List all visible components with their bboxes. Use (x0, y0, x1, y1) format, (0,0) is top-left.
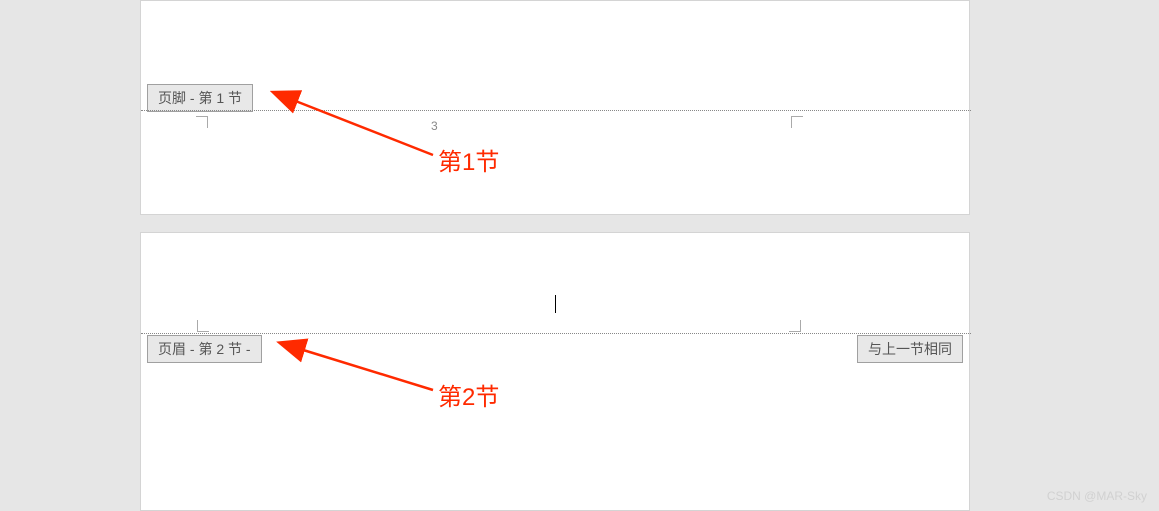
header-boundary-line (141, 333, 971, 334)
document-page-2: 页眉 - 第 2 节 - 与上一节相同 (140, 232, 970, 511)
margin-mark-left (196, 116, 208, 128)
page-number: 3 (431, 119, 438, 133)
document-page-1: 页脚 - 第 1 节 3 (140, 0, 970, 215)
footer-boundary-line (141, 110, 971, 111)
footer-section-tag: 页脚 - 第 1 节 (147, 84, 253, 112)
margin-mark-left (197, 320, 209, 332)
watermark: CSDN @MAR-Sky (1047, 489, 1147, 503)
margin-mark-right (789, 320, 801, 332)
annotation-label-1: 第1节 (438, 142, 499, 177)
same-as-previous-tag: 与上一节相同 (857, 335, 963, 363)
margin-mark-right (791, 116, 803, 128)
header-section-tag: 页眉 - 第 2 节 - (147, 335, 262, 363)
annotation-label-2: 第2节 (438, 377, 499, 412)
text-cursor (555, 295, 556, 313)
